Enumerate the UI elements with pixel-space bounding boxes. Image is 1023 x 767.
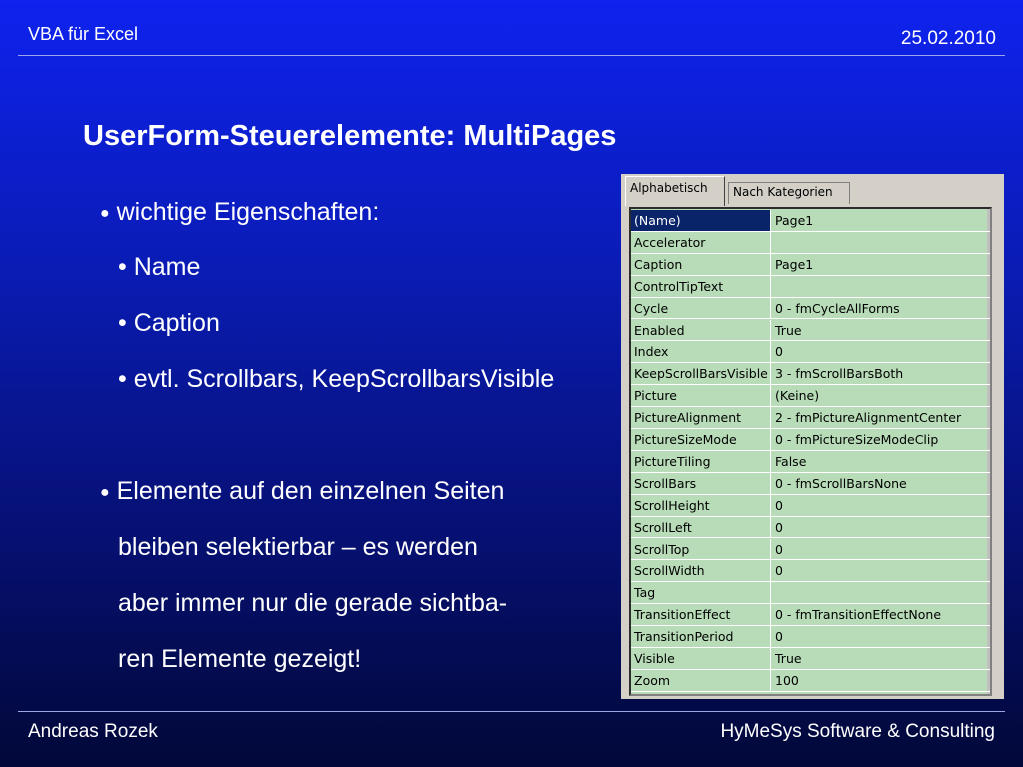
property-name[interactable]: ScrollWidth: [631, 560, 771, 583]
property-value[interactable]: 0 - fmPictureSizeModeClip: [771, 429, 990, 451]
property-value[interactable]: 0: [771, 495, 990, 517]
property-row[interactable]: (Name) Page1: [631, 210, 990, 232]
property-name[interactable]: Tag: [631, 582, 771, 605]
property-name[interactable]: Enabled: [631, 319, 771, 342]
property-name[interactable]: TransitionEffect: [631, 604, 771, 627]
property-value[interactable]: 100: [771, 670, 990, 692]
property-value[interactable]: 3 - fmScrollBarsBoth: [771, 363, 990, 386]
property-row[interactable]: Zoom 100: [631, 669, 990, 692]
property-row[interactable]: ScrollWidth 0: [631, 560, 990, 583]
property-name[interactable]: Index: [631, 341, 771, 364]
property-name[interactable]: ControlTipText: [631, 275, 771, 298]
property-name[interactable]: Cycle: [631, 297, 771, 320]
property-name[interactable]: PictureSizeMode: [631, 429, 771, 451]
property-row[interactable]: PictureSizeMode 0 - fmPictureSizeModeClip: [631, 429, 990, 451]
property-name[interactable]: ScrollBars: [631, 472, 771, 495]
property-value[interactable]: 0: [771, 626, 990, 648]
property-row[interactable]: Tag: [631, 582, 990, 605]
footer-author: Andreas Rozek: [28, 721, 158, 742]
property-value[interactable]: False: [771, 451, 990, 473]
property-name[interactable]: ScrollLeft: [631, 516, 771, 539]
property-name[interactable]: Visible: [631, 648, 771, 670]
sub-bullet-caption: • Caption: [118, 309, 220, 337]
property-value[interactable]: Page1: [771, 210, 990, 232]
property-name[interactable]: Caption: [631, 253, 771, 276]
property-row[interactable]: TransitionPeriod 0: [631, 626, 990, 648]
property-value[interactable]: True: [771, 320, 990, 342]
property-row[interactable]: Picture (Keine): [631, 385, 990, 408]
sub-bullet-name: • Name: [118, 253, 201, 281]
property-name[interactable]: (Name): [631, 210, 771, 232]
sub-bullet-scrollbars: • evtl. Scrollbars, KeepScrollbarsVisibl…: [118, 365, 555, 393]
property-row[interactable]: Cycle 0 - fmCycleAllForms: [631, 297, 990, 320]
property-value[interactable]: 2 - fmPictureAlignmentCenter: [771, 407, 990, 429]
header-title: VBA für Excel: [28, 24, 139, 44]
property-value[interactable]: 0: [771, 560, 990, 583]
property-name[interactable]: PictureTiling: [631, 450, 771, 473]
property-row[interactable]: ScrollTop 0: [631, 538, 990, 561]
property-name[interactable]: Accelerator: [631, 231, 771, 254]
property-value[interactable]: 0 - fmCycleAllForms: [771, 298, 990, 320]
property-row[interactable]: PictureTiling False: [631, 450, 990, 473]
tab-nach-kategorien[interactable]: Nach Kategorien: [728, 182, 850, 204]
property-value[interactable]: [771, 582, 990, 605]
property-row[interactable]: ScrollLeft 0: [631, 516, 990, 539]
property-name[interactable]: ScrollTop: [631, 538, 771, 561]
property-value[interactable]: 0: [771, 517, 990, 539]
bullet-1-text: wichtige Eigenschaften:: [116, 198, 380, 226]
property-value[interactable]: 0: [771, 341, 990, 364]
property-row[interactable]: Caption Page1: [631, 253, 990, 276]
property-row[interactable]: ScrollBars 0 - fmScrollBarsNone: [631, 472, 990, 495]
property-value[interactable]: Page1: [771, 254, 990, 276]
header-divider: [18, 55, 1005, 56]
bullet-2: ● Elemente auf den einzelnen Seiten: [100, 477, 504, 506]
property-value[interactable]: [771, 232, 990, 254]
property-row[interactable]: KeepScrollBarsVisible 3 - fmScrollBarsBot…: [631, 363, 990, 386]
property-name[interactable]: Zoom: [631, 669, 771, 692]
footer-company: HyMeSys Software & Consulting: [720, 721, 995, 742]
property-row[interactable]: ControlTipText: [631, 275, 990, 298]
property-value[interactable]: True: [771, 648, 990, 670]
tab-alphabetisch[interactable]: Alphabetisch: [625, 176, 725, 206]
property-value[interactable]: 0: [771, 539, 990, 561]
property-name[interactable]: ScrollHeight: [631, 494, 771, 517]
property-value[interactable]: [771, 276, 990, 298]
property-name[interactable]: PictureAlignment: [631, 407, 771, 429]
property-row[interactable]: PictureAlignment 2 - fmPictureAlignmentCe…: [631, 407, 990, 429]
property-row[interactable]: Enabled True: [631, 319, 990, 342]
bullet-2-line-4: ren Elemente gezeigt!: [118, 645, 362, 673]
bullet-dot: ●: [100, 205, 110, 222]
property-row[interactable]: Index 0: [631, 341, 990, 364]
property-value[interactable]: (Keine): [771, 385, 990, 408]
properties-grid: (Name) Page1 Accelerator Caption Page1 Contro…: [629, 207, 992, 696]
property-row[interactable]: Accelerator: [631, 231, 990, 254]
property-row[interactable]: TransitionEffect 0 - fmTransitionEffectNo…: [631, 604, 990, 627]
property-name[interactable]: TransitionPeriod: [631, 626, 771, 648]
property-row[interactable]: Visible True: [631, 648, 990, 670]
property-row[interactable]: ScrollHeight 0: [631, 494, 990, 517]
bullet-2-line-3: aber immer nur die gerade sichtba-: [118, 589, 508, 617]
property-value[interactable]: 0 - fmScrollBarsNone: [771, 473, 990, 495]
bullet-2-line-2: bleiben selektierbar – es werden: [118, 533, 478, 561]
footer-divider: [18, 711, 1005, 712]
properties-window: Alphabetisch Nach Kategorien (Name) Page1…: [621, 174, 1004, 699]
header-date: 25.02.2010: [900, 28, 996, 49]
property-value[interactable]: 0 - fmTransitionEffectNone: [771, 604, 990, 627]
bullet-1: ● wichtige Eigenschaften:: [100, 198, 379, 227]
property-name[interactable]: Picture: [631, 385, 771, 408]
property-name[interactable]: KeepScrollBarsVisible: [631, 363, 771, 386]
slide-title: UserForm-Steuerelemente: MultiPages: [83, 120, 617, 152]
bullet-2-text: Elemente auf den einzelnen Seiten: [116, 477, 505, 505]
bullet-dot: ●: [100, 484, 110, 501]
